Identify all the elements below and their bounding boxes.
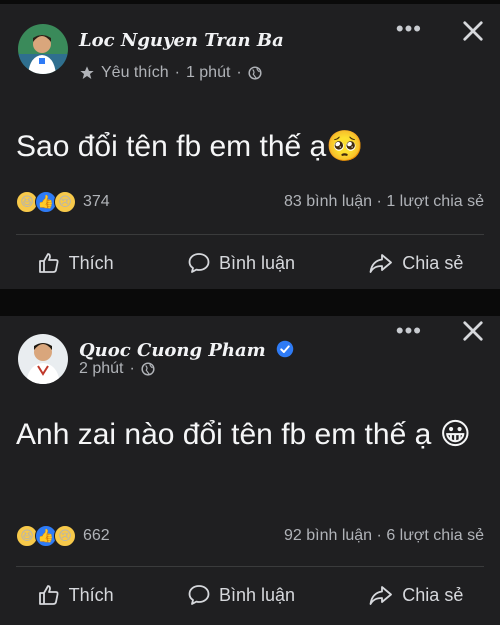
more-options-icon[interactable]: •••	[396, 16, 422, 42]
post-card: Loc Nguyen Tran Ba Yêu thích · 1 phút · …	[0, 4, 500, 289]
more-options-icon[interactable]: •••	[396, 318, 422, 344]
sad-reaction-icon: 😢	[54, 191, 76, 213]
share-label: Chia sẻ	[402, 252, 464, 273]
post-stats: 😆 👍 😢 662 92 bình luận · 6 lượt chia sẻ	[16, 524, 484, 548]
divider	[16, 234, 484, 235]
comment-icon	[188, 253, 210, 273]
share-count[interactable]: 1 lượt chia sẻ	[386, 193, 484, 210]
pleading-face-emoji: 🥺	[326, 130, 364, 163]
reaction-count: 662	[83, 527, 110, 544]
separator: ·	[129, 360, 135, 377]
verified-badge-icon	[276, 340, 294, 358]
avatar[interactable]	[18, 334, 68, 384]
share-icon	[369, 254, 393, 273]
post-text: Sao đổi tên fb em thế ạ	[16, 130, 327, 163]
post-actions: Thích Bình luận Chia sẻ	[0, 243, 500, 283]
close-icon[interactable]	[462, 320, 484, 342]
comment-icon	[188, 585, 210, 605]
share-button[interactable]: Chia sẻ	[368, 583, 463, 607]
post-time[interactable]: 1 phút	[186, 64, 230, 82]
separator: ·	[236, 64, 242, 81]
comment-button[interactable]: Bình luận	[187, 251, 295, 275]
thumbs-up-icon	[38, 585, 59, 605]
sad-reaction-icon: 😢	[54, 525, 76, 547]
comment-count[interactable]: 92 bình luận	[284, 527, 372, 544]
post-actions: Thích Bình luận Chia sẻ	[0, 575, 500, 615]
author-name-text: Quoc Cuong Pham	[79, 340, 266, 361]
comment-label: Bình luận	[218, 584, 296, 605]
star-icon	[80, 66, 94, 79]
comment-button[interactable]: Bình luận	[187, 583, 295, 607]
author-name[interactable]: Quoc Cuong Pham	[79, 340, 294, 361]
post-text: Anh zai nào đổi tên fb em thế ạ	[16, 418, 432, 451]
post-meta: Yêu thích · 1 phút ·	[79, 64, 262, 82]
separator: ·	[376, 193, 382, 210]
like-button[interactable]: Thích	[37, 251, 114, 275]
share-count[interactable]: 6 lượt chia sẻ	[386, 527, 484, 544]
reactions[interactable]: 😆 👍 😢 662	[16, 525, 110, 547]
engagement: 83 bình luận · 1 lượt chia sẻ	[284, 193, 484, 211]
separator: ·	[174, 64, 180, 81]
post-card: Quoc Cuong Pham 2 phút · ••• Anh zai nào…	[0, 316, 500, 625]
share-button[interactable]: Chia sẻ	[368, 251, 463, 275]
reaction-count: 374	[83, 193, 110, 210]
author-name[interactable]: Loc Nguyen Tran Ba	[79, 30, 284, 51]
thumbs-up-icon	[38, 253, 59, 273]
post-time[interactable]: 2 phút	[79, 360, 123, 378]
post-content: Sao đổi tên fb em thế ạ🥺	[16, 126, 480, 168]
avatar[interactable]	[18, 24, 68, 74]
divider	[16, 566, 484, 567]
like-label: Thích	[68, 584, 114, 605]
globe-icon	[141, 362, 155, 376]
reactions[interactable]: 😆 👍 😢 374	[16, 191, 110, 213]
globe-icon	[248, 66, 262, 80]
close-icon[interactable]	[462, 20, 484, 42]
comment-label: Bình luận	[218, 252, 296, 273]
post-stats: 😆 👍 😢 374 83 bình luận · 1 lượt chia sẻ	[16, 190, 484, 214]
engagement: 92 bình luận · 6 lượt chia sẻ	[284, 527, 484, 545]
share-icon	[369, 586, 393, 605]
favorite-label: Yêu thích	[101, 64, 169, 81]
like-button[interactable]: Thích	[37, 583, 114, 607]
post-content: Anh zai nào đổi tên fb em thế ạ 😀	[16, 414, 480, 456]
grinning-face-emoji: 😀	[439, 418, 471, 451]
like-label: Thích	[68, 252, 114, 273]
post-meta: 2 phút ·	[79, 360, 155, 378]
comment-count[interactable]: 83 bình luận	[284, 193, 372, 210]
separator: ·	[376, 527, 382, 544]
share-label: Chia sẻ	[402, 584, 464, 605]
